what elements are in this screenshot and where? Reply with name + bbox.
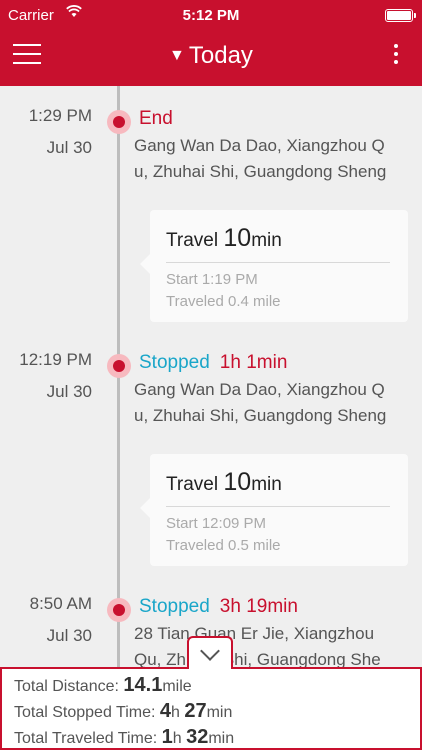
travel-start: Start 12:09 PM bbox=[166, 515, 267, 532]
stop-event: Stopped 1h 1min bbox=[139, 352, 287, 374]
stop-time: 8:50 AM bbox=[29, 594, 92, 613]
triangle-down-icon: ▼ bbox=[169, 47, 185, 64]
stop-address: 28 Tian Guan Er Jie, Xiangzhou Qu, Zhuha… bbox=[134, 624, 381, 669]
stop-time: 12:19 PM bbox=[19, 350, 92, 369]
travel-card[interactable]: Travel 10min Start 1:19 PM Traveled 0.4 … bbox=[140, 210, 408, 322]
travel-card[interactable]: Travel 10min Start 12:09 PM Traveled 0.5… bbox=[140, 454, 408, 566]
travel-duration: Travel 10min bbox=[166, 224, 282, 252]
travel-start: Start 1:19 PM bbox=[166, 271, 258, 288]
app-header: Carrier 5:12 PM ▼ Today bbox=[0, 0, 422, 86]
location-marker-icon bbox=[107, 354, 131, 378]
timeline-line bbox=[117, 86, 120, 750]
location-marker-icon bbox=[107, 598, 131, 622]
battery-icon bbox=[385, 9, 416, 22]
total-distance: Total Distance: 14.1mile bbox=[14, 674, 192, 696]
more-options-button[interactable] bbox=[392, 44, 400, 68]
location-marker-icon bbox=[107, 110, 131, 134]
event-label: Stopped bbox=[139, 352, 210, 373]
status-time: 5:12 PM bbox=[182, 7, 240, 24]
page-title: Today bbox=[188, 42, 253, 69]
stop-event: End bbox=[139, 108, 173, 130]
stop-date: Jul 30 bbox=[46, 626, 92, 645]
chevron-down-icon bbox=[200, 641, 220, 661]
travel-distance: Traveled 0.4 mile bbox=[166, 293, 281, 310]
stop-duration: 1h 1min bbox=[219, 352, 288, 373]
more-vertical-icon bbox=[394, 44, 398, 48]
stop-time: 1:29 PM bbox=[28, 106, 92, 125]
stop-date: Jul 30 bbox=[46, 382, 92, 401]
summary-panel: Total Distance: 14.1mile Total Stopped T… bbox=[0, 667, 422, 750]
stop-event: Stopped 3h 19min bbox=[139, 596, 298, 618]
stop-address: Gang Wan Da Dao, Xiangzhou Q u, Zhuhai S… bbox=[134, 380, 387, 425]
total-traveled-time: Total Traveled Time: 1h 32min bbox=[14, 726, 235, 748]
travel-duration: Travel 10min bbox=[166, 468, 282, 496]
stop-address: Gang Wan Da Dao, Xiangzhou Q u, Zhuhai S… bbox=[134, 136, 387, 181]
status-bar: Carrier 5:12 PM bbox=[0, 0, 422, 30]
summary-toggle-button[interactable] bbox=[187, 636, 233, 669]
stop-date: Jul 30 bbox=[46, 138, 92, 157]
travel-distance: Traveled 0.5 mile bbox=[166, 537, 281, 554]
event-label: End bbox=[139, 108, 173, 129]
stop-duration: 3h 19min bbox=[219, 596, 298, 617]
event-label: Stopped bbox=[139, 596, 210, 617]
date-selector[interactable]: ▼ Today bbox=[0, 42, 422, 70]
total-stopped-time: Total Stopped Time: 4h 27min bbox=[14, 700, 233, 722]
